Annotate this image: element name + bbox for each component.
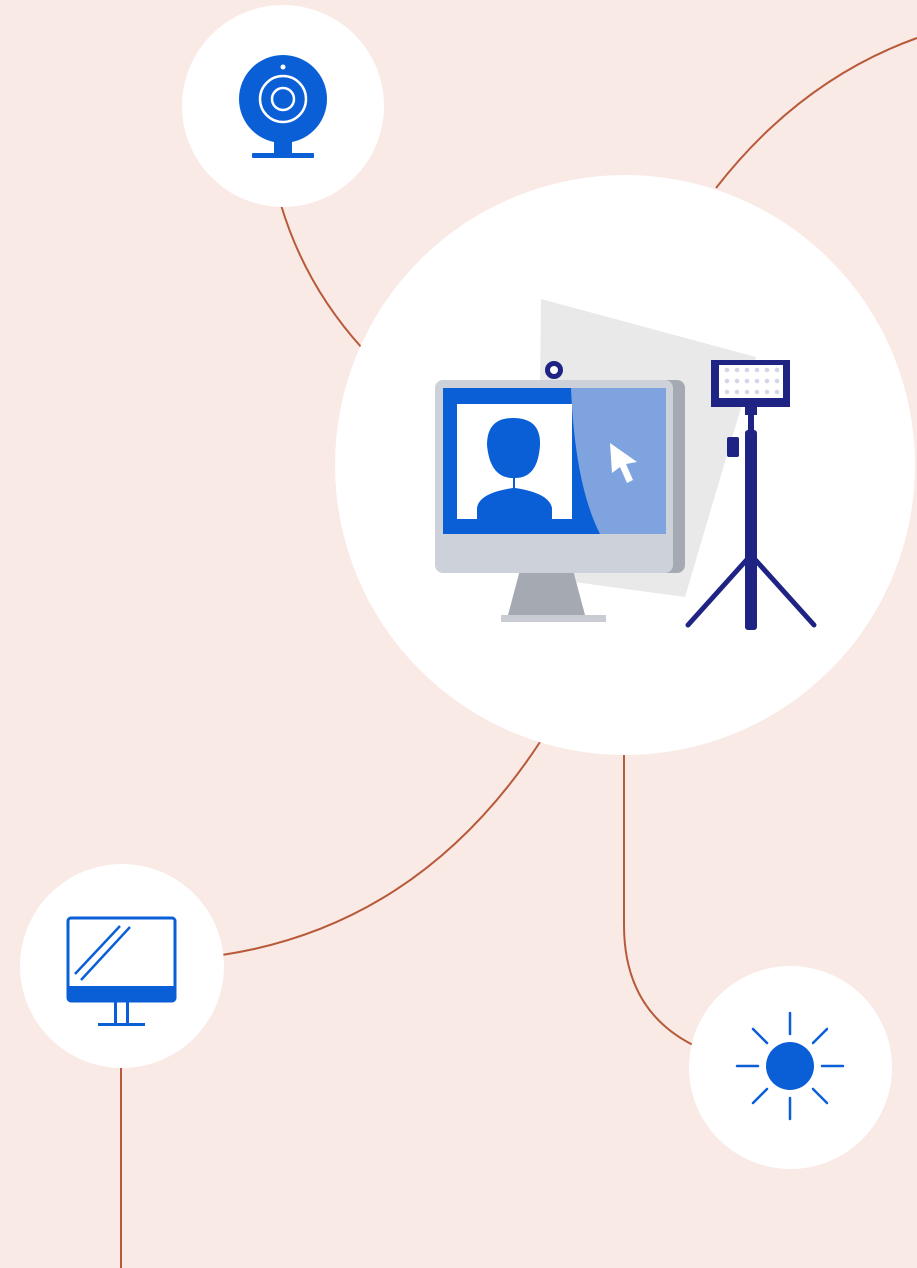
sun-icon [735, 1011, 845, 1121]
tripod-mount [745, 407, 757, 415]
connector-center-to-monitor [221, 741, 541, 956]
illustration-stage [0, 0, 917, 1268]
connector-center-to-top-right [715, 37, 917, 189]
tripod-legs [685, 552, 817, 630]
video-call-setup-illustration [435, 299, 817, 630]
monitor-base [501, 615, 606, 622]
tripod-knob [727, 437, 739, 457]
monitor-stand [508, 570, 585, 615]
monitor-node [20, 864, 224, 1068]
video-call-setup-node [335, 175, 915, 755]
monitor-icon [66, 916, 177, 1026]
light-node [689, 966, 892, 1169]
connector-center-to-light [623, 753, 694, 1046]
